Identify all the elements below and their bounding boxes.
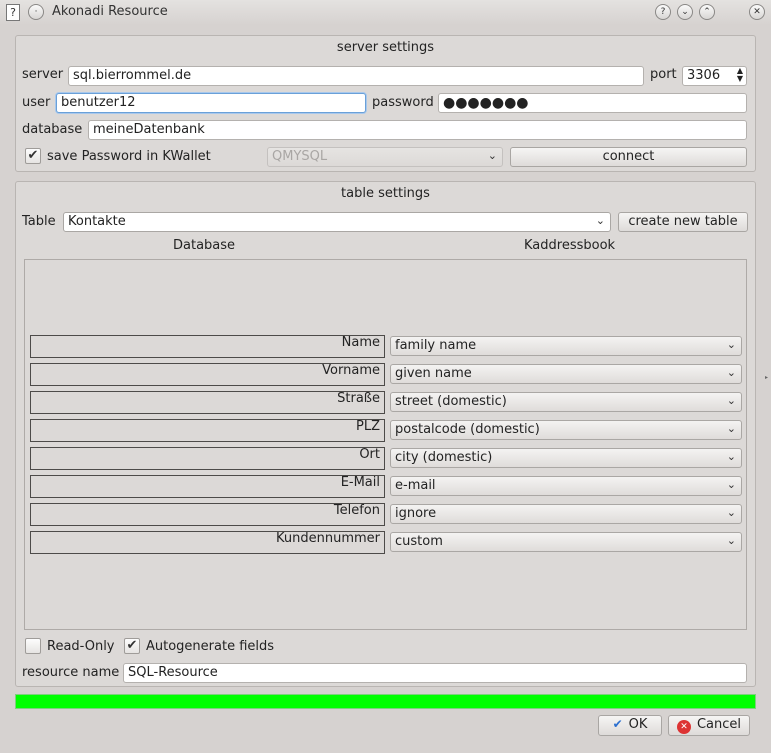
close-button[interactable]: ✕ bbox=[749, 4, 765, 20]
mapping-select-kundennummer[interactable]: custom ⌄ bbox=[390, 532, 742, 552]
mapping-value: ignore bbox=[395, 506, 437, 521]
table-label: Table bbox=[22, 214, 56, 229]
chevron-down-icon: ⌄ bbox=[726, 478, 736, 491]
database-field-strasse: Straße bbox=[30, 391, 385, 414]
mapping-value: custom bbox=[395, 534, 443, 549]
chevron-down-icon: ⌄ bbox=[726, 506, 736, 519]
cancel-icon: ✕ bbox=[676, 720, 691, 734]
title-bar[interactable]: ? · Akonadi Resource ? ⌄ ⌃ ✕ bbox=[0, 0, 771, 25]
chevron-down-icon: ⌄ bbox=[726, 450, 736, 463]
mapping-select-plz[interactable]: postalcode (domestic) ⌄ bbox=[390, 420, 742, 440]
spin-arrows-icon[interactable]: ▲ ▼ bbox=[737, 67, 743, 83]
mapping-value: e-mail bbox=[395, 478, 436, 493]
mapping-select-email[interactable]: e-mail ⌄ bbox=[390, 476, 742, 496]
resize-grip-icon[interactable]: ▸ bbox=[765, 374, 768, 381]
connect-button[interactable]: connect bbox=[510, 147, 747, 167]
window-title: Akonadi Resource bbox=[52, 4, 168, 19]
ok-label: OK bbox=[628, 717, 648, 732]
server-input[interactable]: sql.bierrommel.de bbox=[68, 66, 644, 86]
table-select[interactable]: Kontakte ⌄ bbox=[63, 212, 611, 232]
create-new-table-button[interactable]: create new table bbox=[618, 212, 748, 232]
user-label: user bbox=[22, 95, 51, 110]
mapping-select-name[interactable]: family name ⌄ bbox=[390, 336, 742, 356]
resource-name-input[interactable]: SQL-Resource bbox=[123, 663, 747, 683]
autogenerate-checkbox[interactable]: ✔ bbox=[124, 638, 140, 654]
cancel-label: Cancel bbox=[696, 717, 742, 732]
mapping-select-telefon[interactable]: ignore ⌄ bbox=[390, 504, 742, 524]
database-field-ort: Ort bbox=[30, 447, 385, 470]
chevron-down-icon: ⌄ bbox=[487, 149, 497, 162]
database-field-plz: PLZ bbox=[30, 419, 385, 442]
driver-select[interactable]: QMYSQL ⌄ bbox=[267, 147, 503, 167]
minimize-button[interactable]: ⌄ bbox=[677, 4, 693, 20]
status-progress-bar bbox=[15, 694, 756, 709]
chevron-down-icon: ⌄ bbox=[726, 422, 736, 435]
database-field-telefon: Telefon bbox=[30, 503, 385, 526]
save-password-checkbox[interactable]: ✔ bbox=[25, 148, 41, 164]
checkmark-icon: ✔ bbox=[27, 148, 39, 163]
mapping-select-strasse[interactable]: street (domestic) ⌄ bbox=[390, 392, 742, 412]
mapping-value: street (domestic) bbox=[395, 394, 507, 409]
database-field-kundennummer: Kundennummer bbox=[30, 531, 385, 554]
field-mapping-area[interactable]: Name family name ⌄ Vorname given name ⌄ … bbox=[24, 259, 747, 630]
table-settings-title: table settings bbox=[341, 186, 430, 201]
password-label: password bbox=[372, 95, 434, 110]
chevron-down-icon: ⌄ bbox=[726, 338, 736, 351]
chevron-down-icon: ⌄ bbox=[726, 366, 736, 379]
driver-value: QMYSQL bbox=[272, 149, 328, 164]
database-column-header: Database bbox=[173, 238, 236, 253]
cancel-button[interactable]: ✕ Cancel bbox=[668, 715, 750, 736]
port-spinbox[interactable]: 3306 ▲ ▼ bbox=[682, 66, 747, 86]
chevron-down-icon: ⌄ bbox=[726, 534, 736, 547]
ok-button[interactable]: ✔ OK bbox=[598, 715, 662, 736]
server-settings-title: server settings bbox=[336, 40, 435, 55]
port-value: 3306 bbox=[687, 68, 721, 83]
table-value: Kontakte bbox=[68, 214, 126, 229]
database-field-vorname: Vorname bbox=[30, 363, 385, 386]
readonly-label: Read-Only bbox=[47, 639, 115, 654]
port-label: port bbox=[650, 67, 677, 82]
mapping-select-vorname[interactable]: given name ⌄ bbox=[390, 364, 742, 384]
mapping-value: family name bbox=[395, 338, 477, 353]
window-menu-button[interactable]: · bbox=[28, 4, 44, 20]
save-password-label: save Password in KWallet bbox=[47, 149, 211, 164]
maximize-button[interactable]: ⌃ bbox=[699, 4, 715, 20]
context-help-button[interactable]: ? bbox=[655, 4, 671, 20]
kaddressbook-column-header: Kaddressbook bbox=[524, 238, 616, 253]
checkmark-icon: ✔ bbox=[126, 638, 138, 653]
autogenerate-label: Autogenerate fields bbox=[146, 639, 275, 654]
readonly-checkbox[interactable] bbox=[25, 638, 41, 654]
mapping-value: postalcode (domestic) bbox=[395, 422, 540, 437]
user-input[interactable]: benutzer12 bbox=[56, 93, 366, 113]
help-document-icon: ? bbox=[6, 4, 20, 21]
chevron-down-icon: ⌄ bbox=[595, 214, 605, 227]
resource-name-label: resource name bbox=[22, 665, 120, 680]
database-input[interactable]: meineDatenbank bbox=[88, 120, 747, 140]
password-input[interactable]: ●●●●●●● bbox=[438, 93, 747, 113]
mapping-select-ort[interactable]: city (domestic) ⌄ bbox=[390, 448, 742, 468]
database-field-name: Name bbox=[30, 335, 385, 358]
chevron-down-icon: ⌄ bbox=[726, 394, 736, 407]
checkmark-icon: ✔ bbox=[612, 717, 623, 731]
database-label: database bbox=[22, 122, 83, 137]
mapping-value: given name bbox=[395, 366, 472, 381]
database-field-email: E-Mail bbox=[30, 475, 385, 498]
server-label: server bbox=[22, 67, 64, 82]
mapping-value: city (domestic) bbox=[395, 450, 493, 465]
